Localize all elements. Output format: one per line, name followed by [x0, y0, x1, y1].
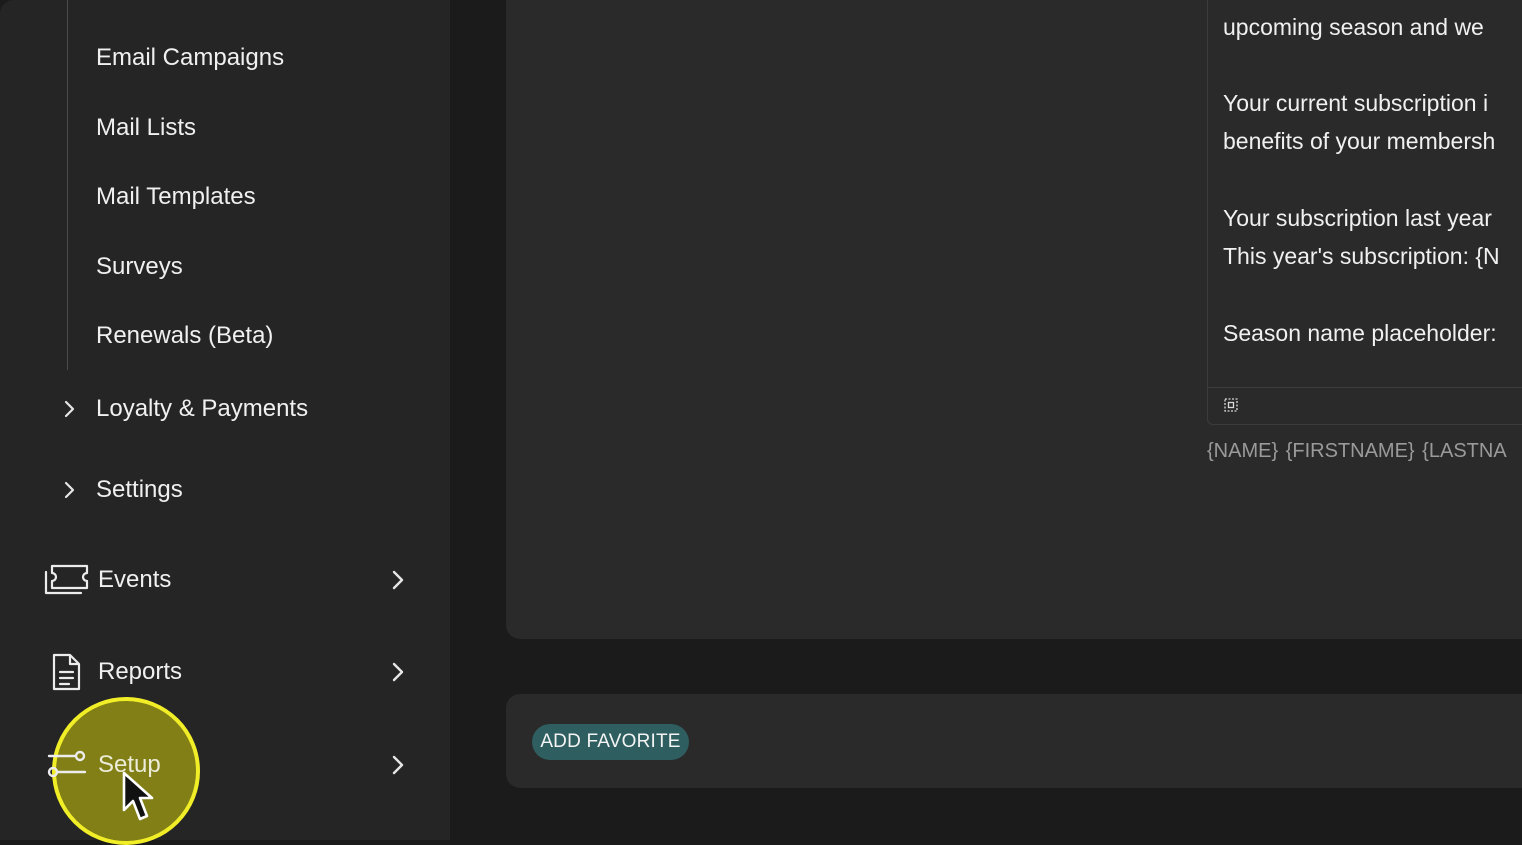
editor-text-line: This year's subscription: {N: [1223, 243, 1500, 269]
placeholder-tags[interactable]: {NAME} {FIRSTNAME} {LASTNA: [1207, 440, 1507, 463]
document-icon: [40, 652, 92, 692]
chevron-right-icon: [392, 755, 404, 775]
sidebar-item-renewals[interactable]: Renewals (Beta): [96, 322, 273, 350]
chevron-right-icon: [392, 662, 404, 682]
editor-text-line: upcoming season and we: [1223, 14, 1484, 40]
sidebar-item-mail-lists[interactable]: Mail Lists: [96, 114, 196, 142]
sidebar-item-mail-templates[interactable]: Mail Templates: [96, 183, 256, 211]
editor-text-line: Season name placeholder:: [1223, 320, 1497, 346]
ticket-icon: [40, 560, 92, 600]
chevron-right-icon: [392, 570, 404, 590]
sidebar-item-email-campaigns[interactable]: Email Campaigns: [96, 44, 284, 72]
editor-text-line: Your current subscription i: [1223, 90, 1489, 116]
sidebar-group-loyalty-payments[interactable]: Loyalty & Payments: [58, 394, 308, 424]
sidebar-group-settings[interactable]: Settings: [58, 475, 183, 505]
nav-item-label: Events: [98, 566, 172, 593]
nav-item-events[interactable]: Events: [40, 558, 420, 602]
add-favorite-button[interactable]: ADD FAVORITE: [532, 724, 689, 760]
sidebar-group-label: Settings: [96, 476, 183, 503]
nav-item-label: Reports: [98, 658, 183, 685]
chevron-right-icon: [64, 481, 75, 499]
sidebar-group-label: Loyalty & Payments: [96, 395, 309, 422]
fullscreen-icon[interactable]: [1223, 397, 1239, 413]
nav-item-setup[interactable]: Setup: [40, 743, 420, 787]
mouse-pointer-icon: [122, 771, 154, 821]
sidebar-item-surveys[interactable]: Surveys: [96, 253, 183, 281]
message-editor[interactable]: upcoming season and we Your current subs…: [1207, 0, 1522, 425]
editor-text-line: benefits of your membersh: [1223, 128, 1496, 154]
tree-line: [67, 0, 68, 370]
editor-footer-divider: [1208, 387, 1522, 388]
chevron-right-icon: [64, 400, 75, 418]
editor-text-line: Your subscription last year: [1223, 205, 1492, 231]
nav-item-reports[interactable]: Reports: [40, 650, 420, 694]
sliders-icon: [40, 745, 92, 785]
sidebar: Email Campaigns Mail Lists Mail Template…: [0, 0, 450, 840]
